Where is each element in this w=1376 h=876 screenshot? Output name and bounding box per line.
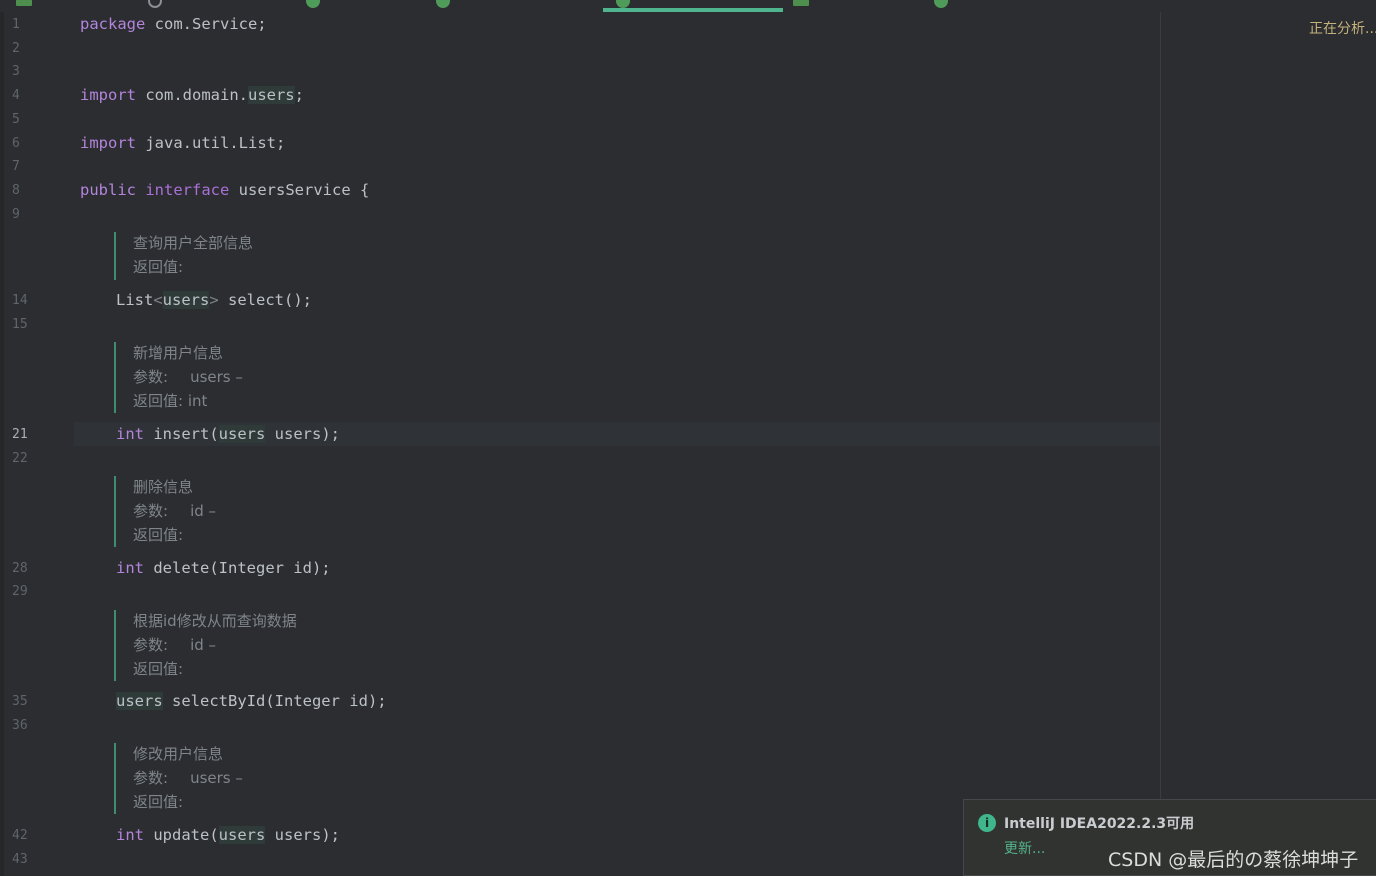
highlighted-identifier: users <box>247 86 295 104</box>
code-text: users); <box>265 425 340 443</box>
code-editor[interactable]: 1 2 3 4 5 6 7 8 9 14 15 21 22 28 29 35 3… <box>0 12 1376 876</box>
code-text: select(); <box>218 291 313 309</box>
line-number: 5 <box>12 112 20 127</box>
line-number: 35 <box>12 694 28 709</box>
line-number: 4 <box>12 88 20 103</box>
javadoc-param-label: 参数: <box>133 501 169 520</box>
javadoc-block[interactable]: 新增用户信息 参数: users – 返回值: int <box>114 342 243 414</box>
code-line-42[interactable]: int update(users users); <box>116 825 340 845</box>
line-number: 7 <box>12 159 20 174</box>
line-number: 29 <box>12 584 28 599</box>
keyword: public <box>80 181 136 199</box>
javadoc-return: 返回值: int <box>133 391 208 410</box>
highlighted-identifier: users <box>116 692 163 710</box>
gear-icon <box>148 0 162 8</box>
javadoc-param-label: 参数: <box>133 768 169 787</box>
highlighted-identifier: users <box>162 291 210 309</box>
highlighted-identifier: users <box>218 425 266 443</box>
javadoc-block[interactable]: 删除信息 参数: id – 返回值: <box>114 476 216 548</box>
code-text: users); <box>265 826 340 844</box>
module-icon <box>16 0 32 6</box>
line-number: 8 <box>12 183 20 198</box>
line-number: 43 <box>12 852 28 867</box>
code-text: List <box>116 291 154 309</box>
keyword: int <box>116 425 144 443</box>
line-number: 14 <box>12 293 28 308</box>
interface-icon <box>934 0 948 8</box>
code-text: selectById(Integer id); <box>162 692 387 710</box>
code-line-8[interactable]: public interface usersService { <box>80 180 369 200</box>
code-text: delete(Integer id); <box>144 559 331 577</box>
code-line-28[interactable]: int delete(Integer id); <box>116 558 331 578</box>
javadoc-block[interactable]: 修改用户信息 参数: users – 返回值: <box>114 743 243 815</box>
notification-title: IntelliJ IDEA2022.2.3可用 <box>1004 816 1195 832</box>
keyword: interface <box>145 181 230 199</box>
interface-icon <box>616 0 630 8</box>
watermark: CSDN @最后的の蔡徐坤坤子 <box>1108 849 1359 871</box>
code-line-35[interactable]: users selectById(Integer id); <box>116 691 387 711</box>
code-line-21[interactable]: int insert(users users); <box>116 424 340 444</box>
line-number: 22 <box>12 451 28 466</box>
javadoc-return: 返回值: <box>133 659 184 678</box>
line-number-current: 21 <box>12 427 28 442</box>
javadoc-param-label: 参数: <box>133 367 169 386</box>
interface-icon <box>306 0 320 8</box>
line-number: 42 <box>12 828 28 843</box>
keyword: package <box>80 15 146 33</box>
javadoc-param-label: 参数: <box>133 635 169 654</box>
javadoc-return: 返回值: <box>133 257 184 276</box>
code-text: java.util.List; <box>136 134 286 152</box>
code-line-1[interactable]: package com.Service; <box>80 14 267 34</box>
javadoc-description: 根据id修改从而查询数据 <box>133 612 297 630</box>
line-number: 1 <box>12 17 20 32</box>
javadoc-param-name: id – <box>190 635 217 654</box>
line-number: 15 <box>12 317 28 332</box>
javadoc-param-name: id – <box>190 501 217 520</box>
line-number: 36 <box>12 718 28 733</box>
code-line-6[interactable]: import java.util.List; <box>80 133 285 153</box>
code-text: com.domain. <box>136 86 248 104</box>
javadoc-description: 删除信息 <box>133 478 194 496</box>
code-text: ; <box>294 86 304 104</box>
interface-icon <box>436 0 450 8</box>
keyword: int <box>116 826 144 844</box>
keyword: import <box>80 134 136 152</box>
javadoc-param: 参数: users – <box>133 366 243 390</box>
code-text: insert( <box>144 425 219 443</box>
module-icon <box>793 0 809 6</box>
javadoc-block[interactable]: 查询用户全部信息 返回值: <box>114 232 253 280</box>
keyword: int <box>116 559 144 577</box>
javadoc-param-name: users – <box>190 367 243 386</box>
code-text: com.Service; <box>145 15 267 33</box>
keyword: import <box>80 86 136 104</box>
line-number: 6 <box>12 136 20 151</box>
line-number: 2 <box>12 41 20 56</box>
code-text: > <box>209 291 219 309</box>
javadoc-description: 查询用户全部信息 <box>133 234 254 252</box>
javadoc-description: 新增用户信息 <box>133 344 224 362</box>
javadoc-return: 返回值: <box>133 792 184 811</box>
highlighted-identifier: users <box>218 826 266 844</box>
javadoc-param: 参数: id – <box>133 500 216 524</box>
javadoc-description: 修改用户信息 <box>133 745 224 763</box>
code-text: update( <box>144 826 219 844</box>
javadoc-return: 返回值: <box>133 525 184 544</box>
javadoc-block[interactable]: 根据id修改从而查询数据 参数: id – 返回值: <box>114 610 297 682</box>
line-number: 28 <box>12 561 28 576</box>
code-line-14[interactable]: List<users> select(); <box>116 290 312 310</box>
analysis-status: 正在分析... <box>1309 21 1376 37</box>
javadoc-param-name: users – <box>190 768 243 787</box>
code-text: usersService { <box>229 181 370 199</box>
line-number: 9 <box>12 207 20 222</box>
javadoc-param: 参数: users – <box>133 767 243 791</box>
update-link[interactable]: 更新... <box>1004 838 1045 858</box>
right-margin-guide <box>1160 12 1161 876</box>
code-text: < <box>153 291 163 309</box>
code-line-4[interactable]: import com.domain.users; <box>80 85 304 105</box>
info-icon: i <box>978 814 996 832</box>
javadoc-param: 参数: id – <box>133 634 297 658</box>
line-number: 3 <box>12 64 20 79</box>
